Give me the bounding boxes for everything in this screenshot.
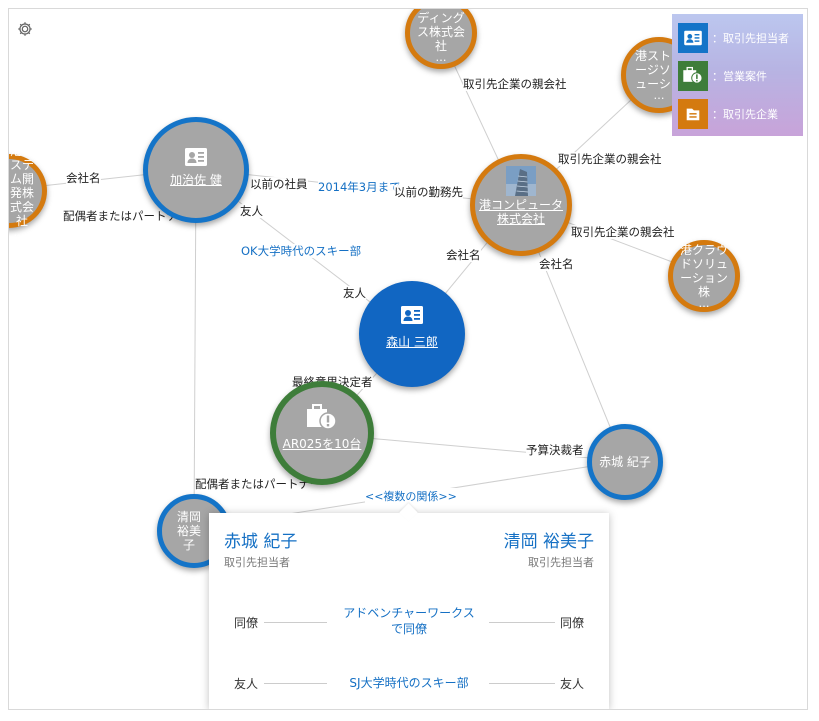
edge-label-company-name: 会社名 [539,257,574,271]
node-minato-cloud[interactable]: 港クラウドソリューション株 … [668,240,740,312]
edge-label-parent-company: 取引先企業の親会社 [463,77,567,91]
node-kaji-ken[interactable]: 加治佐 健 [143,117,249,223]
account-folder-icon [678,99,708,129]
legend-item-opportunity: ：営業案件 [678,60,767,92]
node-label[interactable]: 加治佐 健 [166,173,226,187]
legend-item-account: ：取引先企業 [678,98,778,130]
relationship-map-canvas: 取引先企業の親会社 取引先企業の親会社 取引先企業の親会社 会社名 配偶者または… [8,8,808,710]
node-label: 港ホールディングス株式会社 [416,9,465,53]
settings-gear-icon[interactable] [16,20,34,38]
relationship-right-type: 友人 [559,677,584,691]
contact-card-icon [678,23,708,53]
multiple-relationships-link[interactable]: <<複数の関係>> [365,488,457,504]
popup-left-contact-role: 取引先担当者 [224,556,290,569]
node-label: 港システム開発株式会社 [9,144,34,228]
node-akagi-noriko[interactable]: 赤城 紀子 [587,424,663,500]
contact-card-icon [185,148,207,166]
node-ellipsis: … [13,226,25,239]
relationship-description-link[interactable]: SJ大学時代のスキー部 [327,675,491,691]
edge-label-budget-approver: 予算決裁者 [526,443,584,457]
node-ar025-opportunity[interactable]: AR025を10台 [270,381,374,485]
relationship-detail-popup: 赤城 紀子 取引先担当者 清岡 裕美子 取引先担当者 同僚 アドベンチャーワーク… [209,503,609,709]
node-label[interactable]: 森山 三郎 [382,335,442,349]
popup-left-contact-name[interactable]: 赤城 紀子 [224,527,297,552]
opportunity-icon [307,404,337,430]
node-minato-computer[interactable]: 港コンピュータ株式会社 [470,154,572,256]
node-label: 赤城 紀子 [599,455,651,469]
edge-kaji-kiyooka [193,168,197,530]
building-photo-icon [506,166,536,196]
edge-label-company-name: 会社名 [66,171,101,185]
node-ellipsis: … [435,51,447,64]
node-ellipsis: … [698,297,710,310]
relationship-left-type: 友人 [234,677,259,691]
connector-line [489,622,555,623]
edge-label-former-employer: 以前の勤務先 [394,185,463,199]
node-label[interactable]: AR025を10台 [279,437,366,451]
legend-label: ：取引先担当者 [712,32,789,45]
popup-relationship-row: 友人 SJ大学時代のスキー部 友人 [209,663,609,703]
edge-label-former-employee: 以前の社員 [250,177,308,191]
node-label[interactable]: 港コンピュータ株式会社 [475,198,567,226]
node-minato-systems[interactable]: 港システム開発株式会社 … [9,144,47,238]
legend-label: ：営業案件 [712,70,767,83]
legend-label: ：取引先企業 [712,108,778,121]
relationship-description-link[interactable]: アドベンチャーワークスで同僚 [327,605,491,637]
node-ellipsis: … [653,89,665,102]
connector-line [264,683,330,684]
node-moriyama-saburo[interactable]: 森山 三郎 [359,281,465,387]
edge-label-parent-company: 取引先企業の親会社 [571,225,675,239]
popup-relationship-row: 同僚 アドベンチャーワークスで同僚 同僚 [209,602,609,642]
contact-card-icon [401,306,423,324]
relationship-left-type: 同僚 [234,616,259,630]
connector-line [264,622,330,623]
popup-right-contact-name[interactable]: 清岡 裕美子 [504,527,594,552]
connector-line [489,683,555,684]
edge-label-parent-company: 取引先企業の親会社 [558,152,662,166]
edge-label-ok-ski-club: OK大学時代のスキー部 [241,244,362,258]
edge-label-friend: 友人 [240,204,263,218]
legend-item-contact: ：取引先担当者 [678,22,789,54]
legend-panel: ：取引先担当者 ：営業案件 ：取引先企業 [672,14,803,136]
edge-label-company-name: 会社名 [446,248,481,262]
node-label: 港クラウドソリューション株 [679,243,728,299]
relationship-right-type: 同僚 [559,616,584,630]
opportunity-icon [678,61,708,91]
popup-right-contact-role: 取引先担当者 [528,556,594,569]
edge-label-friend: 友人 [343,286,366,300]
edge-label-until-date: 2014年3月まで [318,180,401,194]
